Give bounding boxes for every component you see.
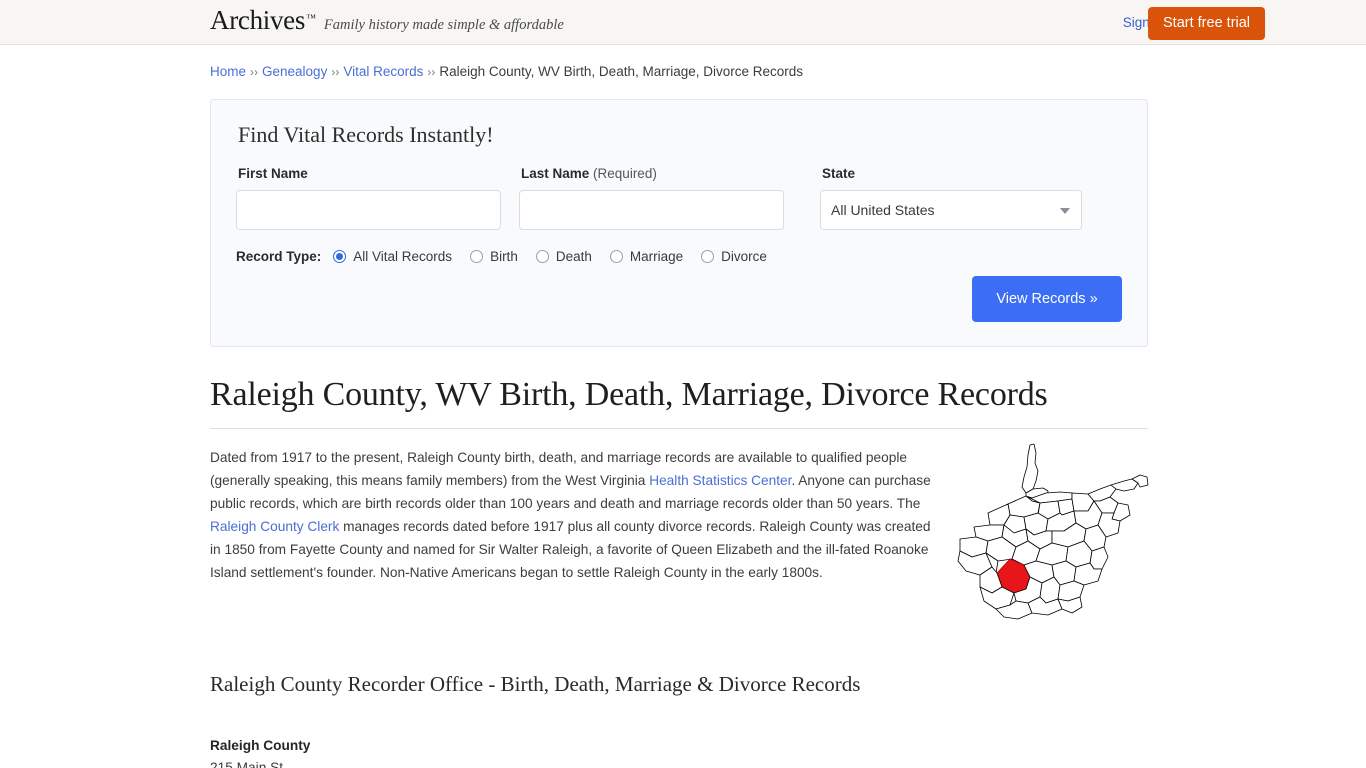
health-statistics-center-link[interactable]: Health Statistics Center [649, 473, 791, 488]
west-virginia-county-map-image [957, 443, 1149, 620]
state-label: State [822, 166, 856, 181]
recorder-office-section-title: Raleigh County Recorder Office - Birth, … [210, 671, 861, 696]
radio-marriage[interactable]: Marriage [609, 249, 684, 264]
view-records-button[interactable]: View Records » [972, 276, 1122, 322]
radio-indicator-icon [609, 250, 623, 263]
radio-divorce[interactable]: Divorce [701, 249, 767, 264]
record-type-label: Record Type: [236, 249, 322, 264]
office-name: Raleigh County [210, 737, 311, 753]
office-street: 215 Main St [210, 759, 284, 768]
radio-indicator-icon [333, 250, 347, 263]
radio-label: Marriage [629, 249, 684, 264]
title-divider [210, 427, 1148, 429]
article-body: Dated from 1917 to the present, Raleigh … [210, 443, 1149, 626]
last-name-field-group: Last Name (Required) [519, 166, 784, 230]
logo-wordmark: Archives [210, 5, 306, 35]
breadcrumb-separator: ›› [427, 65, 436, 79]
page-body: Home ›› Genealogy ›› Vital Records ›› Raleigh … [0, 45, 1366, 768]
state-field-group: State All United States [820, 166, 1082, 230]
raleigh-county-clerk-link[interactable]: Raleigh County Clerk [210, 519, 339, 534]
breadcrumb: Home ›› Genealogy ›› Vital Records ›› Raleigh … [210, 45, 1148, 82]
radio-indicator-icon [470, 250, 484, 263]
radio-death[interactable]: Death [535, 249, 592, 264]
recorder-office-address: Raleigh County 215 Main St Courthouse Be… [210, 735, 1148, 768]
record-type-row: Record Type: All Vital Records Birth Dea… [236, 249, 1122, 264]
last-name-required-note: (Required) [593, 166, 657, 181]
radio-label: Death [555, 249, 592, 264]
breadcrumb-item-vital-records[interactable]: Vital Records [343, 64, 423, 79]
first-name-label: First Name [238, 166, 308, 181]
search-panel-title: Find Vital Records Instantly! [238, 122, 494, 147]
last-name-label: Last Name (Required) [521, 166, 784, 181]
first-name-field-group: First Name [236, 166, 501, 230]
site-header: Archives ™ Family history made simple & … [0, 0, 1366, 45]
radio-birth[interactable]: Birth [470, 249, 518, 264]
state-select[interactable]: All United States [820, 190, 1082, 230]
start-free-trial-button[interactable]: Start free trial [1148, 7, 1266, 40]
page-title: Raleigh County, WV Birth, Death, Marriag… [210, 376, 1048, 413]
radio-label: All Vital Records [353, 249, 453, 264]
last-name-label-text: Last Name [521, 166, 590, 181]
article-paragraph: Dated from 1917 to the present, Raleigh … [210, 446, 938, 584]
site-tagline: Family history made simple & affordable [323, 17, 564, 33]
site-logo[interactable]: Archives ™ Family history made simple & … [210, 7, 564, 34]
breadcrumb-item-home[interactable]: Home [210, 64, 246, 79]
trademark-symbol: ™ [306, 13, 316, 24]
radio-indicator-icon [535, 250, 549, 263]
state-selected-value: All United States [831, 202, 935, 218]
breadcrumb-item-genealogy[interactable]: Genealogy [262, 64, 327, 79]
breadcrumb-item-current: Raleigh County, WV Birth, Death, Marriag… [439, 64, 804, 79]
last-name-input[interactable] [519, 190, 784, 230]
radio-label: Divorce [721, 249, 767, 264]
radio-indicator-icon [701, 250, 715, 263]
radio-all-vital-records[interactable]: All Vital Records [333, 249, 452, 264]
vital-records-search-panel: Find Vital Records Instantly! First Name… [210, 99, 1148, 347]
search-fields-row: First Name Last Name (Required) State Al… [236, 166, 1122, 230]
radio-label: Birth [490, 249, 518, 264]
first-name-input[interactable] [236, 190, 501, 230]
breadcrumb-separator: ›› [331, 65, 340, 79]
breadcrumb-separator: ›› [250, 65, 259, 79]
